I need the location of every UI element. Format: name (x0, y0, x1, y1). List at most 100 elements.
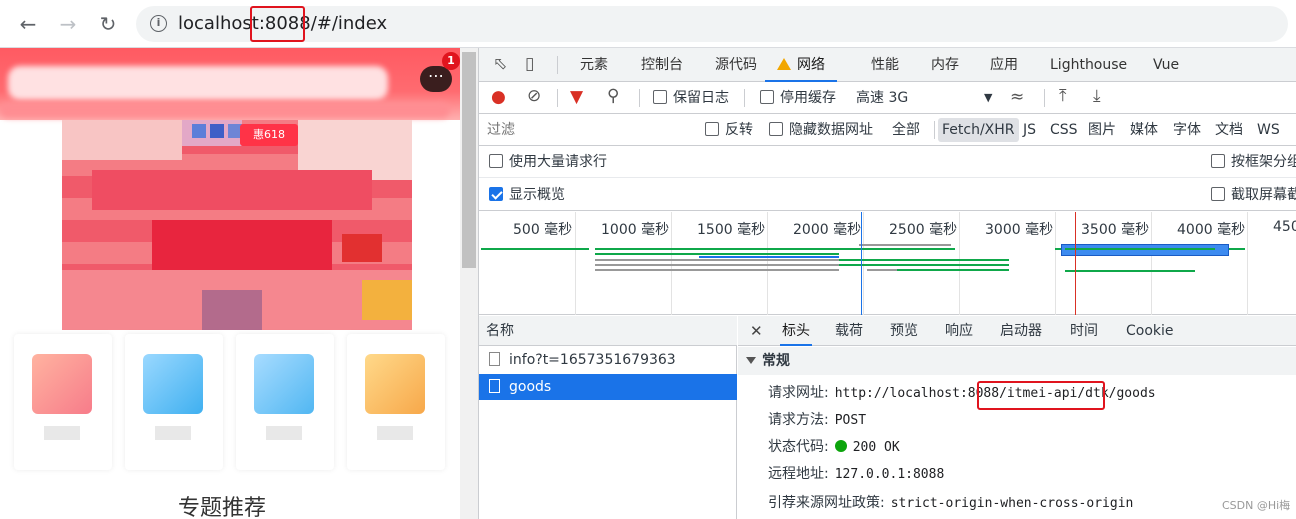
timeline-bar (839, 259, 1009, 261)
tab-cookies[interactable]: Cookie (1126, 316, 1174, 346)
export-har-icon[interactable]: ⤓ (1093, 86, 1101, 106)
hide-data-urls-checkbox[interactable]: 隐藏数据网址 (769, 114, 873, 146)
timeline-tick-label: 3000 毫秒 (985, 222, 1054, 238)
tab-network[interactable]: 网络 (765, 48, 837, 82)
divider (934, 121, 935, 139)
file-icon (489, 379, 500, 393)
category-card[interactable] (236, 334, 334, 470)
tab-preview[interactable]: 预览 (890, 316, 918, 346)
tab-console[interactable]: 控制台 (641, 48, 683, 82)
scrollbar-thumb[interactable] (462, 52, 476, 268)
checkbox-box (760, 90, 774, 104)
tab-application[interactable]: 应用 (990, 48, 1018, 82)
request-row-selected[interactable]: goods (479, 374, 737, 400)
category-icon (143, 354, 203, 414)
tab-memory[interactable]: 内存 (931, 48, 959, 82)
filter-input[interactable] (485, 119, 689, 141)
chevron-down-icon: ▼ (984, 91, 993, 104)
address-bar[interactable]: i localhost:8088/#/index (136, 6, 1288, 42)
tab-vue[interactable]: Vue (1153, 48, 1179, 82)
preserve-log-label: 保留日志 (673, 90, 729, 106)
request-url-label: 请求网址: (768, 385, 829, 401)
tab-headers[interactable]: 标头 (780, 316, 812, 346)
device-toolbar-icon[interactable]: ▯ (525, 54, 534, 74)
show-overview-checkbox[interactable]: 显示概览 (489, 179, 565, 211)
request-row[interactable]: info?t=1657351679363 (479, 347, 737, 373)
tab-elements[interactable]: 元素 (580, 48, 608, 82)
promo-banner[interactable]: 惠618 (62, 120, 412, 330)
tab-response[interactable]: 响应 (945, 316, 973, 346)
page-scrollbar[interactable] (460, 48, 478, 519)
filter-type-css[interactable]: CSS (1047, 118, 1081, 142)
remote-address-label: 远程地址: (768, 466, 829, 482)
timeline-gridline (1151, 212, 1152, 315)
forward-arrow-icon[interactable]: → (52, 8, 84, 40)
highlight-box-url-port (250, 6, 305, 42)
tab-initiator[interactable]: 启动器 (1000, 316, 1042, 346)
network-overview-timeline[interactable]: 500 毫秒 1000 毫秒 1500 毫秒 2000 毫秒 2500 毫秒 3… (479, 212, 1296, 315)
throttling-value: 高速 3G (856, 90, 909, 106)
name-column-header[interactable]: 名称 (479, 316, 737, 346)
warning-icon (777, 58, 791, 70)
network-toolbar: ● ⊘ ▼ ⚲ 保留日志 停用缓存 高速 3G ▼ ≈ ⤒ ⤓ (479, 82, 1296, 114)
tab-performance[interactable]: 性能 (871, 48, 899, 82)
referrer-policy-value: strict-origin-when-cross-origin (890, 496, 1134, 511)
disable-cache-checkbox[interactable]: 停用缓存 (760, 82, 836, 114)
reload-icon[interactable]: ↻ (92, 8, 124, 40)
group-by-frame-checkbox[interactable]: 按框架分组 (1211, 146, 1296, 178)
close-icon[interactable]: ✕ (750, 316, 763, 346)
tab-payload[interactable]: 载荷 (835, 316, 863, 346)
banner-pixel (152, 220, 332, 270)
record-icon[interactable]: ● (491, 87, 506, 107)
back-arrow-icon[interactable]: ← (12, 8, 44, 40)
filter-type-img[interactable]: 图片 (1085, 118, 1119, 142)
request-list: 名称 info?t=1657351679363 goods (479, 316, 737, 519)
large-rows-checkbox[interactable]: 使用大量请求行 (489, 146, 607, 178)
site-info-icon[interactable]: i (150, 15, 167, 32)
timeline-bar (1065, 248, 1215, 250)
import-har-icon[interactable]: ⤒ (1059, 86, 1067, 106)
request-detail-panel: ✕ 标头 载荷 预览 响应 启动器 时间 Cookie 常规 请求网址: http… (738, 316, 1296, 519)
timeline-gridline (575, 212, 576, 315)
timeline-bar (897, 269, 1009, 271)
request-name: goods (509, 379, 552, 395)
search-bar-blurred[interactable] (8, 66, 388, 100)
filter-type-media[interactable]: 媒体 (1127, 118, 1161, 142)
filter-type-js[interactable]: JS (1020, 118, 1039, 142)
timeline-gridline (1247, 212, 1248, 315)
filter-type-fetch-xhr[interactable]: Fetch/XHR (938, 118, 1019, 142)
timeline-bar (867, 269, 897, 271)
category-label (266, 426, 302, 440)
filter-row: 反转 隐藏数据网址 全部 Fetch/XHR JS CSS 图片 媒体 字体 文… (479, 114, 1296, 146)
filter-icon[interactable]: ▼ (570, 87, 583, 107)
preserve-log-checkbox[interactable]: 保留日志 (653, 82, 729, 114)
tab-lighthouse[interactable]: Lighthouse (1050, 48, 1127, 82)
general-section-title: 常规 (762, 353, 790, 369)
filter-type-all[interactable]: 全部 (889, 118, 923, 142)
clear-icon[interactable]: ⊘ (527, 86, 541, 106)
search-icon[interactable]: ⚲ (607, 86, 619, 106)
category-label (155, 426, 191, 440)
options-row: 显示概览 截取屏幕截图 (479, 179, 1296, 211)
request-name: info?t=1657351679363 (509, 352, 676, 368)
category-card[interactable] (14, 334, 112, 470)
hide-data-urls-label: 隐藏数据网址 (789, 122, 873, 138)
filter-type-font[interactable]: 字体 (1170, 118, 1204, 142)
tab-sources[interactable]: 源代码 (715, 48, 757, 82)
capture-screenshots-label: 截取屏幕截图 (1231, 187, 1296, 203)
timeline-tick-label: 1000 毫秒 (601, 222, 670, 238)
filter-type-doc[interactable]: 文档 (1212, 118, 1246, 142)
inspect-element-icon[interactable]: ⬁ (493, 54, 507, 74)
category-card[interactable] (125, 334, 223, 470)
section-title: 专题推荐 (178, 496, 267, 519)
filter-type-ws[interactable]: WS (1254, 118, 1283, 142)
capture-screenshots-checkbox[interactable]: 截取屏幕截图 (1211, 179, 1296, 211)
general-section-header[interactable]: 常规 (738, 347, 1296, 375)
url-host: localhost (178, 13, 259, 34)
wifi-settings-icon[interactable]: ≈ (1010, 87, 1024, 107)
invert-checkbox[interactable]: 反转 (705, 114, 753, 146)
chat-icon[interactable]: ⋯ (420, 66, 452, 92)
category-card[interactable] (347, 334, 445, 470)
tab-timing[interactable]: 时间 (1070, 316, 1098, 346)
throttling-select[interactable]: 高速 3G ▼ (856, 82, 996, 114)
